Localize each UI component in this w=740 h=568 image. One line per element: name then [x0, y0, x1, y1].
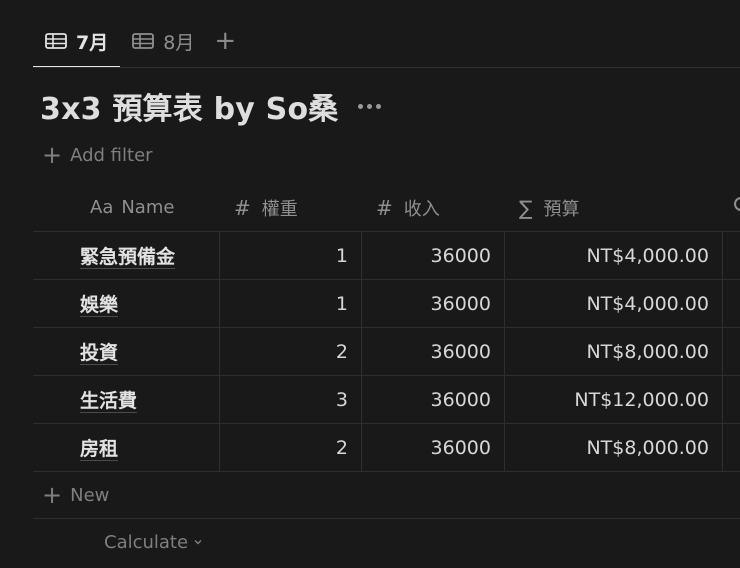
cell-weight[interactable]: 3 — [220, 376, 362, 423]
title-row: 3x3 預算表 by So桑 — [40, 84, 383, 128]
tab-august[interactable]: 8月 — [120, 22, 206, 60]
cell-budget[interactable]: NT$8,000.00 — [505, 328, 723, 375]
header-budget[interactable]: ∑ 預算 — [505, 184, 723, 231]
number-property-icon: # — [234, 195, 251, 220]
plus-icon: + — [42, 481, 63, 509]
add-filter-button[interactable]: + Add filter — [42, 143, 153, 167]
tab-label: 8月 — [163, 31, 195, 54]
cell-weight[interactable]: 2 — [220, 424, 362, 471]
ellipsis-icon — [358, 103, 364, 109]
cell-name[interactable]: 投資 — [33, 328, 220, 375]
plus-icon: + — [42, 141, 63, 169]
row-name[interactable]: 房租 — [80, 434, 118, 461]
table-row[interactable]: 投資 2 36000 NT$8,000.00 — [33, 328, 740, 376]
table-header: Aa Name # 權重 # 收入 ∑ 預算 — [33, 184, 740, 232]
page-title: 3x3 預算表 by So桑 — [40, 92, 339, 127]
row-name[interactable]: 緊急預備金 — [80, 242, 175, 269]
header-label: 收入 — [403, 198, 440, 220]
header-weight[interactable]: # 權重 — [220, 184, 362, 231]
header-label: Name — [121, 197, 175, 218]
ellipsis-icon — [376, 103, 382, 109]
cell-budget[interactable]: NT$4,000.00 — [505, 280, 723, 327]
tab-label: 7月 — [76, 31, 109, 54]
row-name[interactable]: 娛樂 — [80, 290, 118, 317]
cell-name[interactable]: 生活費 — [33, 376, 220, 423]
plus-icon: + — [214, 26, 237, 56]
header-name[interactable]: Aa Name — [33, 184, 220, 231]
table-row[interactable]: 緊急預備金 1 36000 NT$4,000.00 — [33, 232, 740, 280]
row-name[interactable]: 生活費 — [80, 386, 137, 413]
table-row[interactable]: 生活費 3 36000 NT$12,000.00 — [33, 376, 740, 424]
calculate-row: Calculate — [33, 519, 740, 565]
table-icon — [45, 33, 67, 49]
header-label: 預算 — [543, 198, 580, 220]
cell-budget[interactable]: NT$4,000.00 — [505, 232, 723, 279]
tab-july[interactable]: 7月 — [33, 22, 121, 68]
tab-divider — [33, 67, 740, 68]
view-tabs: 7月 8月 + — [33, 22, 244, 68]
text-property-icon: Aa — [90, 197, 114, 218]
cell-name[interactable]: 房租 — [33, 424, 220, 471]
calculate-button[interactable]: Calculate — [104, 532, 202, 553]
table-row[interactable]: 娛樂 1 36000 NT$4,000.00 — [33, 280, 740, 328]
formula-property-icon: ∑ — [519, 195, 533, 220]
more-options-button[interactable] — [356, 98, 383, 115]
header-income[interactable]: # 收入 — [362, 184, 505, 231]
cell-income[interactable]: 36000 — [362, 424, 505, 471]
cell-overflow — [723, 424, 740, 471]
cell-budget[interactable]: NT$8,000.00 — [505, 424, 723, 471]
new-row-label: New — [70, 484, 110, 506]
cell-name[interactable]: 娛樂 — [33, 280, 220, 327]
cell-income[interactable]: 36000 — [362, 376, 505, 423]
calculate-label: Calculate — [104, 531, 189, 553]
number-property-icon: # — [376, 195, 393, 220]
cell-income[interactable]: 36000 — [362, 280, 505, 327]
cell-overflow — [723, 232, 740, 279]
new-row-button[interactable]: + New — [33, 472, 740, 519]
cell-income[interactable]: 36000 — [362, 328, 505, 375]
cell-weight[interactable]: 1 — [220, 280, 362, 327]
cell-name[interactable]: 緊急預備金 — [33, 232, 220, 279]
add-view-button[interactable]: + — [206, 22, 244, 60]
header-label: 權重 — [261, 198, 298, 220]
cell-budget[interactable]: NT$12,000.00 — [505, 376, 723, 423]
table-icon — [132, 33, 155, 49]
cell-weight[interactable]: 2 — [220, 328, 362, 375]
cell-income[interactable]: 36000 — [362, 232, 505, 279]
cell-overflow — [723, 328, 740, 375]
cell-overflow — [723, 376, 740, 423]
row-name[interactable]: 投資 — [80, 338, 118, 365]
budget-table: Aa Name # 權重 # 收入 ∑ 預算 緊急預備金 1 36000 NT$… — [33, 184, 740, 565]
cell-weight[interactable]: 1 — [220, 232, 362, 279]
ellipsis-icon — [367, 103, 373, 109]
chevron-down-icon — [194, 540, 202, 545]
cell-overflow — [723, 280, 740, 327]
add-filter-label: Add filter — [70, 144, 153, 166]
table-row[interactable]: 房租 2 36000 NT$8,000.00 — [33, 424, 740, 472]
